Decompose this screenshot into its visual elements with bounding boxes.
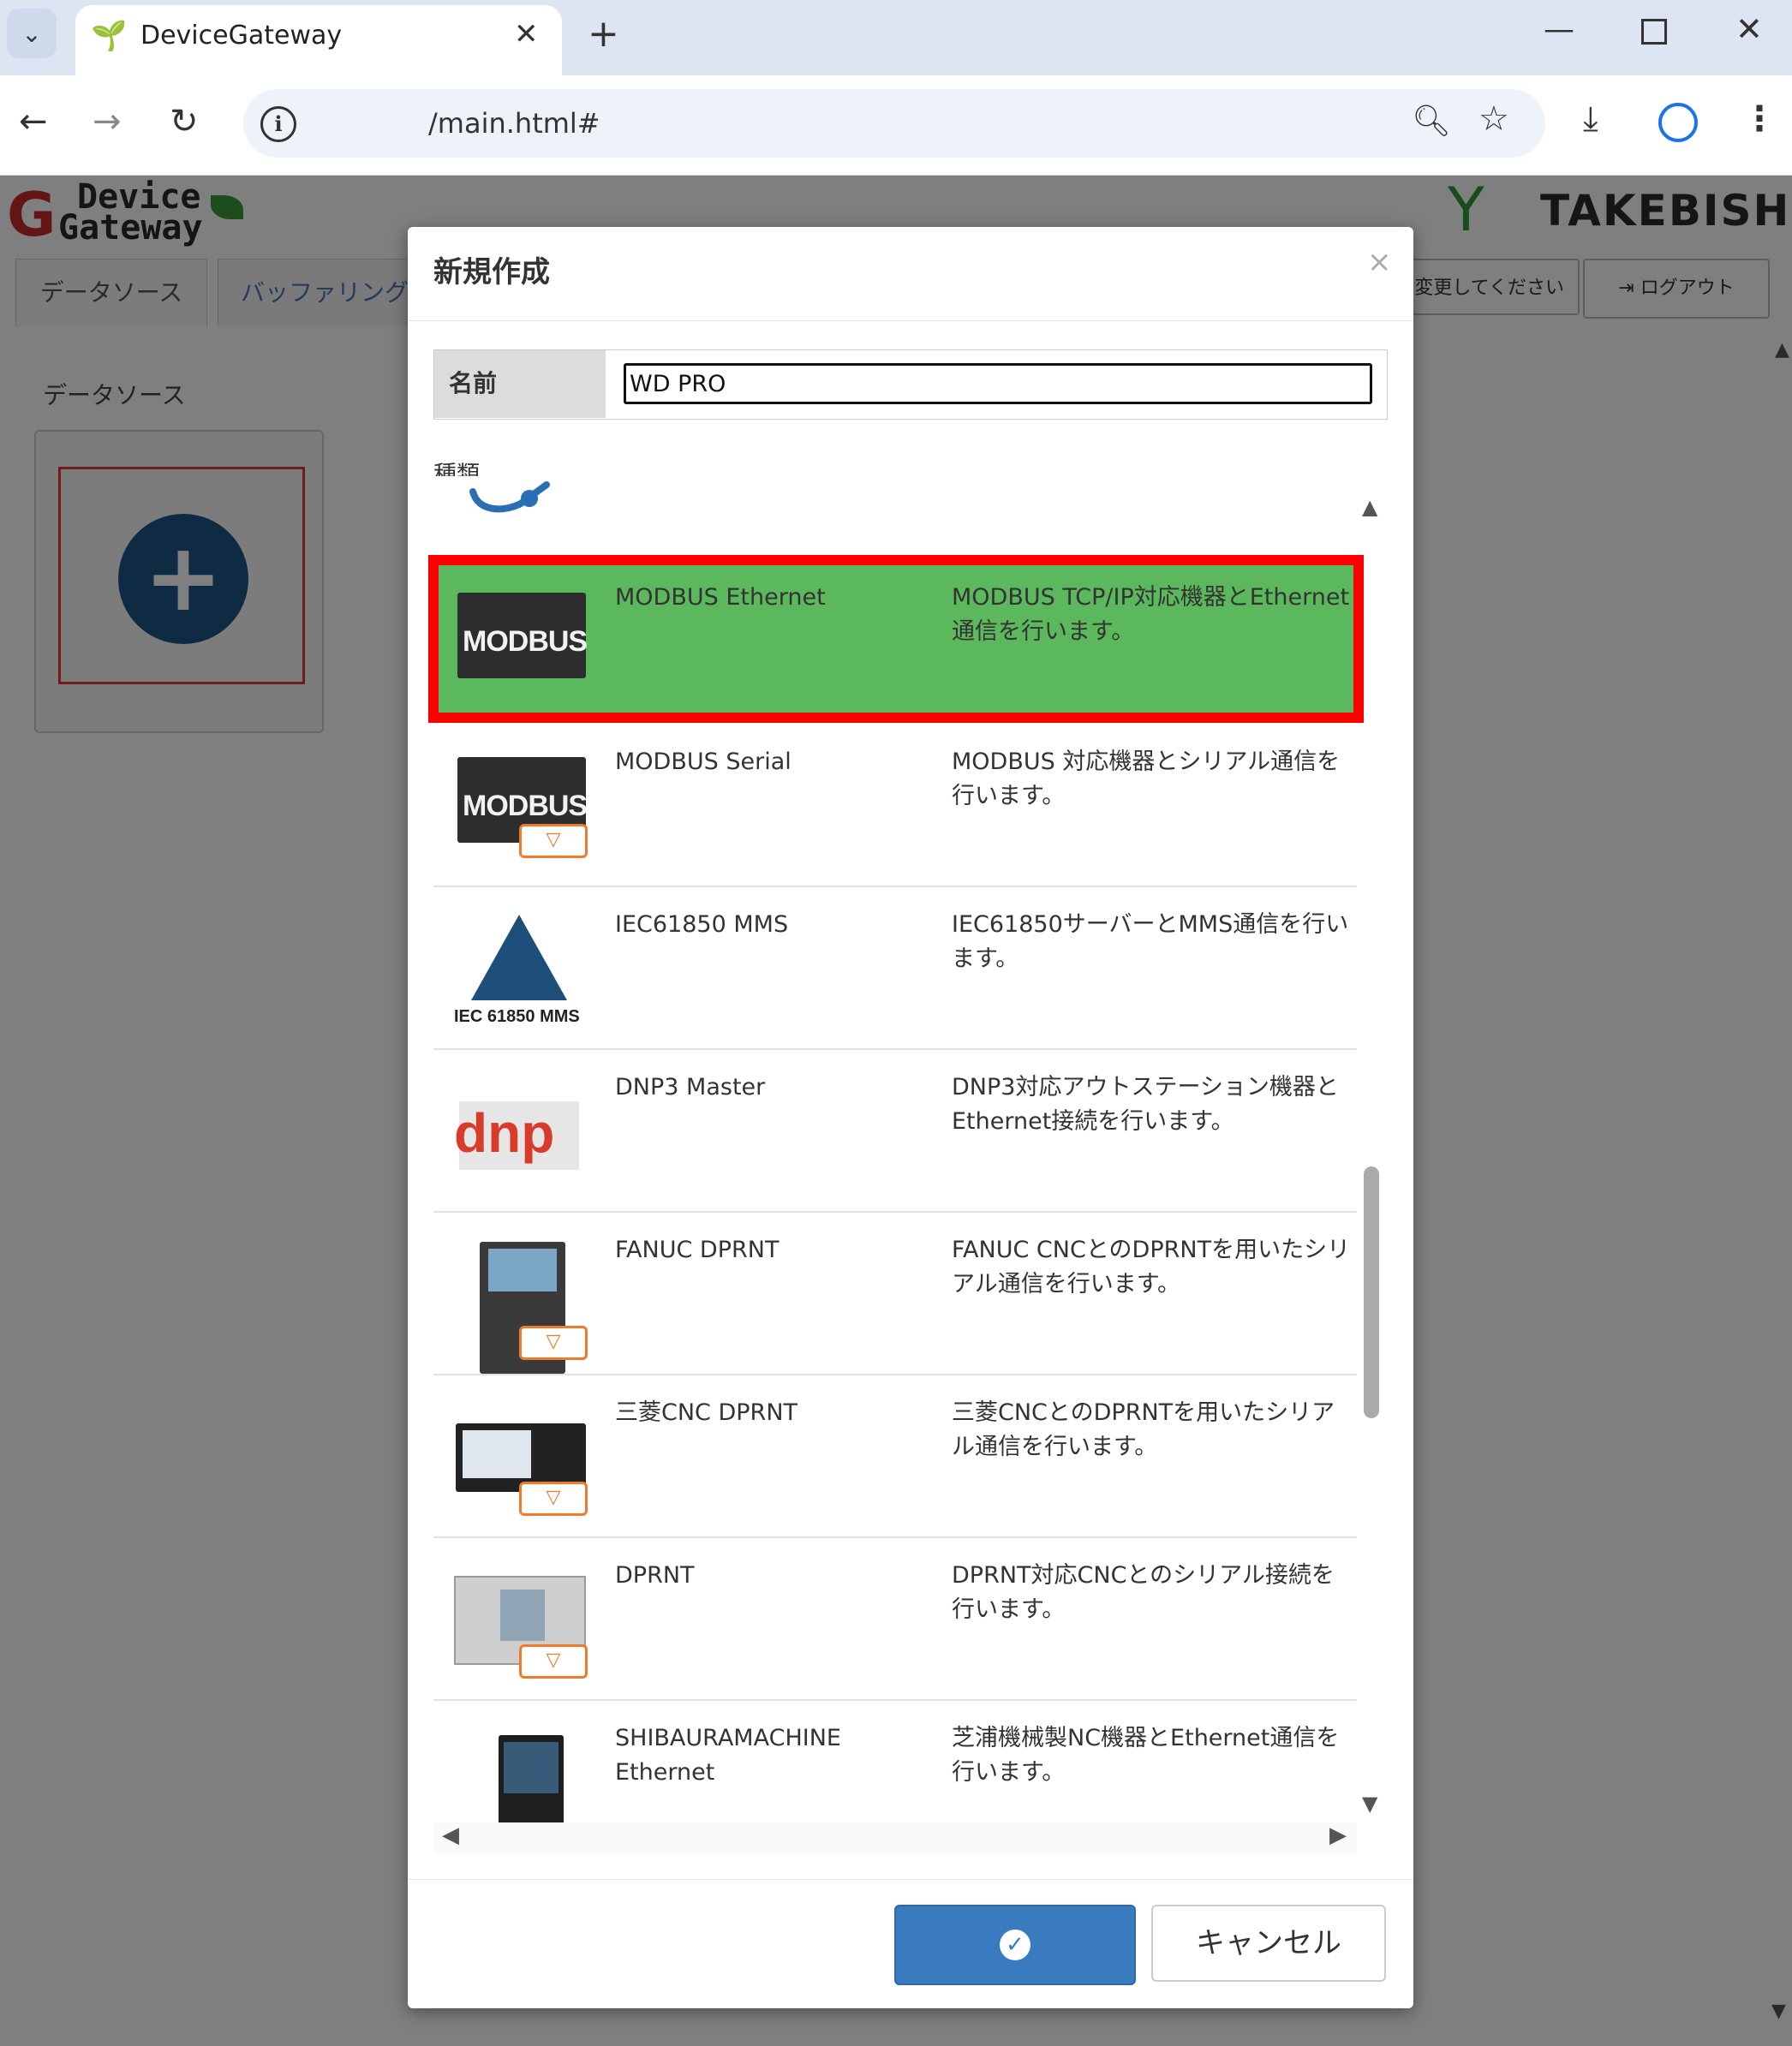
cancel-button[interactable]: キャンセル bbox=[1151, 1905, 1386, 1982]
list-scrollbar-thumb[interactable] bbox=[1364, 1166, 1379, 1418]
item-desc: 芝浦機械製NC機器とEthernet通信を行います。 bbox=[952, 1725, 1340, 1786]
item-desc: 三菱CNCとのDPRNTを用いたシリアル通信を行います。 bbox=[952, 1399, 1335, 1460]
item-name: MODBUS Serial bbox=[615, 749, 791, 775]
fanuc-cnc-icon: ▽ bbox=[451, 1230, 588, 1374]
mitsubishi-cnc-icon: ▽ bbox=[451, 1393, 588, 1521]
list-item-dnp3[interactable]: dnp DNP3 Master DNP3対応アウトステーション機器とEthern… bbox=[433, 1050, 1357, 1213]
name-input[interactable] bbox=[624, 363, 1372, 404]
list-horizontal-scrollbar[interactable] bbox=[433, 1822, 1357, 1853]
list-item-shibaura-ethernet[interactable]: SHIBAURAMACHINE Ethernet 芝浦機械製NC機器とEther… bbox=[433, 1701, 1357, 1838]
back-arrow-icon[interactable]: ← bbox=[19, 101, 48, 142]
new-tab-plus-icon[interactable]: + bbox=[588, 14, 619, 55]
list-item-modbus-serial[interactable]: MODBUS ▽ MODBUS Serial MODBUS 対応機器とシリアル通… bbox=[433, 725, 1357, 887]
minimize-window-icon[interactable]: — bbox=[1544, 12, 1574, 47]
item-desc: DPRNT対応CNCとのシリアル接続を行います。 bbox=[952, 1562, 1335, 1623]
selection-highlight-box bbox=[428, 555, 1364, 723]
bookmark-star-icon[interactable]: ☆ bbox=[1478, 99, 1509, 139]
list-item-mitsubishi-dprnt[interactable]: ▽ 三菱CNC DPRNT 三菱CNCとのDPRNTを用いたシリアル通信を行いま… bbox=[433, 1375, 1357, 1538]
footer-divider bbox=[408, 1879, 1413, 1880]
profile-avatar-icon[interactable] bbox=[1658, 103, 1698, 142]
forward-arrow-icon[interactable]: → bbox=[93, 101, 122, 142]
close-window-icon[interactable]: ✕ bbox=[1735, 10, 1763, 48]
list-item-iec61850[interactable]: IEC 61850 MMS IEC61850 MMS IEC61850サーバーと… bbox=[433, 887, 1357, 1050]
item-desc: FANUC CNCとのDPRNTを用いたシリアル通信を行います。 bbox=[952, 1237, 1351, 1297]
close-tab-icon[interactable]: ✕ bbox=[514, 15, 539, 53]
item-name: DNP3 Master bbox=[615, 1074, 766, 1101]
item-desc: MODBUS 対応機器とシリアル通信を行います。 bbox=[952, 749, 1341, 809]
item-name: DPRNT bbox=[615, 1562, 695, 1589]
tab-title: DeviceGateway bbox=[140, 21, 343, 51]
maximize-window-icon[interactable] bbox=[1641, 19, 1667, 45]
tab-search-chevron-icon[interactable]: ⌄ bbox=[7, 9, 57, 58]
url-text[interactable]: /main.html# bbox=[428, 106, 600, 140]
cnc-machine-icon: ▽ bbox=[451, 1555, 588, 1684]
name-label: 名前 bbox=[449, 369, 498, 397]
browser-menu-icon[interactable]: ⋮ bbox=[1742, 99, 1777, 139]
dnp-icon: dnp bbox=[451, 1067, 588, 1196]
site-info-icon[interactable]: i bbox=[260, 106, 296, 142]
list-scroll-right-icon[interactable]: ▶ bbox=[1329, 1822, 1347, 1848]
iec61850-icon: IEC 61850 MMS bbox=[451, 904, 588, 1033]
check-circle-icon: ✓ bbox=[1000, 1930, 1030, 1960]
dialog-close-icon[interactable]: × bbox=[1367, 243, 1392, 281]
ok-button[interactable]: ✓ bbox=[894, 1905, 1136, 1985]
zoom-icon[interactable]: 🔍︎ bbox=[1412, 103, 1451, 139]
list-item-dprnt[interactable]: ▽ DPRNT DPRNT対応CNCとのシリアル接続を行います。 bbox=[433, 1538, 1357, 1701]
list-scroll-left-icon[interactable]: ◀ bbox=[442, 1822, 459, 1848]
header-divider bbox=[408, 320, 1413, 321]
item-name: 三菱CNC DPRNT bbox=[615, 1399, 798, 1426]
download-icon[interactable]: ⤓ bbox=[1583, 99, 1598, 139]
item-desc: DNP3対応アウトステーション機器とEthernet接続を行います。 bbox=[952, 1074, 1339, 1135]
dialog-title: 新規作成 bbox=[433, 255, 550, 289]
modbus-serial-icon: MODBUS ▽ bbox=[451, 742, 588, 870]
item-name: SHIBAURAMACHINE Ethernet bbox=[615, 1725, 841, 1786]
item-name: IEC61850 MMS bbox=[615, 911, 789, 938]
sprout-favicon-icon: 🌱 bbox=[91, 19, 128, 53]
list-item-fanuc-dprnt[interactable]: ▽ FANUC DPRNT FANUC CNCとのDPRNTを用いたシリアル通信… bbox=[433, 1213, 1357, 1375]
item-desc: IEC61850サーバーとMMS通信を行います。 bbox=[952, 911, 1349, 972]
list-scroll-down-icon[interactable]: ▼ bbox=[1362, 1792, 1377, 1816]
reload-icon[interactable]: ↻ bbox=[170, 101, 199, 142]
list-scroll-up-icon[interactable]: ▲ bbox=[1362, 495, 1377, 519]
item-name: FANUC DPRNT bbox=[615, 1237, 780, 1263]
cable-icon bbox=[469, 481, 550, 513]
